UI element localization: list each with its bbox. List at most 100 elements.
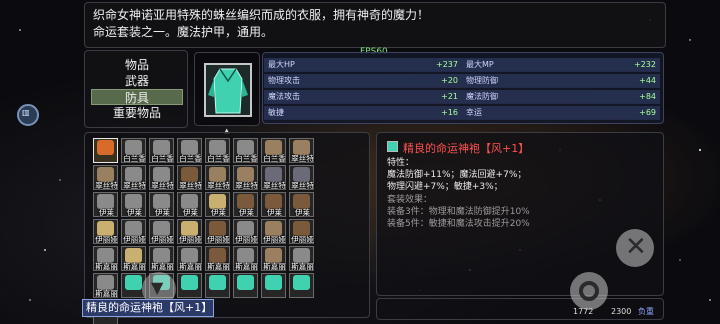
helmet-icon <box>293 140 310 155</box>
inventory-slot-label: 翠丝特 <box>207 181 230 190</box>
inventory-slot-label: 斯嘉丽 <box>123 262 146 271</box>
inventory-slot[interactable]: 翠丝特 <box>177 165 202 190</box>
inventory-slot-label: 翠丝特 <box>263 181 286 190</box>
inventory-slot[interactable]: 伊丽娅 <box>121 219 146 244</box>
inventory-slot[interactable]: 伊莱 <box>177 192 202 217</box>
close-button[interactable]: ✕ <box>616 229 654 267</box>
confirm-button[interactable] <box>570 272 608 310</box>
inventory-slot-label: 白兰香 <box>151 154 174 163</box>
inventory-slot[interactable]: 伊丽娅 <box>93 219 118 244</box>
inventory-slot[interactable]: 伊莱 <box>233 192 258 217</box>
inventory-slot[interactable] <box>205 273 230 298</box>
inventory-slot-label: 伊丽娅 <box>291 235 314 244</box>
stat-row: 魔法防御 +84 <box>462 90 660 104</box>
boots-icon <box>237 194 254 209</box>
inventory-slot[interactable] <box>233 273 258 298</box>
inventory-slot[interactable]: 伊莱 <box>289 192 314 217</box>
inventory-slot-label: 翠丝特 <box>235 181 258 190</box>
armor-icon <box>237 140 254 155</box>
inventory-slot[interactable]: 伊丽娅 <box>289 219 314 244</box>
inventory-slot[interactable]: 白兰香 <box>261 138 286 163</box>
item-title: 精良的命运神袍【风+1】 <box>403 142 530 155</box>
inventory-slot[interactable]: 伊丽娅 <box>233 219 258 244</box>
inventory-slot[interactable]: 翠丝特 <box>289 138 314 163</box>
robe-icon <box>125 275 142 290</box>
inventory-slot[interactable]: 翠丝特 <box>149 165 174 190</box>
inventory-slot[interactable]: 白兰香 <box>177 138 202 163</box>
inventory-slot[interactable]: 斯嘉丽 <box>261 246 286 271</box>
inventory-slot[interactable] <box>261 273 286 298</box>
close-icon: ✕ <box>625 232 647 262</box>
inventory-slot[interactable]: 翠丝特 <box>233 165 258 190</box>
armor-icon <box>153 140 170 155</box>
inventory-slot[interactable]: 翠丝特 <box>93 165 118 190</box>
inventory-slot[interactable]: 翠丝特 <box>121 165 146 190</box>
armor-icon <box>153 194 170 209</box>
robe-icon <box>209 275 226 290</box>
inventory-slot[interactable]: 伊莱 <box>205 192 230 217</box>
inventory-slot[interactable]: 斯嘉丽 <box>93 273 118 298</box>
inventory-slot[interactable]: 伊莱 <box>121 192 146 217</box>
inventory-slot[interactable]: 斯嘉丽 <box>93 246 118 271</box>
stat-name: 物理防御 <box>466 76 498 85</box>
description-line-2: 命运套装之一。魔法护甲，通用。 <box>93 25 274 39</box>
armor-icon <box>181 248 198 263</box>
inventory-slot-label: 白兰香 <box>263 154 286 163</box>
inventory-slot[interactable] <box>93 138 118 163</box>
helmet-icon <box>265 248 282 263</box>
inventory-slot[interactable]: 斯嘉丽 <box>205 246 230 271</box>
category-item-items[interactable]: 物品 <box>91 57 183 73</box>
stat-value: +16 <box>441 108 458 117</box>
inventory-slot[interactable]: 伊丽娅 <box>177 219 202 244</box>
inventory-slot[interactable]: 斯嘉丽 <box>149 246 174 271</box>
description-line-1: 织命女神诺亚用特殊的蛛丝编织而成的衣服，拥有神奇的魔力！ <box>93 8 430 22</box>
inventory-slot[interactable]: 伊丽娅 <box>149 219 174 244</box>
robe-icon <box>181 275 198 290</box>
category-item-key-items[interactable]: 重要物品 <box>91 105 183 121</box>
inventory-slot[interactable]: 斯嘉丽 <box>289 246 314 271</box>
armor-icon <box>293 248 310 263</box>
inventory-slot-label: 伊丽娅 <box>95 235 118 244</box>
selected-armor-icon <box>97 140 114 155</box>
inventory-slot[interactable] <box>177 273 202 298</box>
category-item-weapons[interactable]: 武器 <box>91 73 183 89</box>
stat-name: 最大HP <box>268 60 295 69</box>
inventory-slot[interactable]: 翠丝特 <box>289 165 314 190</box>
armor-icon <box>181 194 198 209</box>
category-item-armor[interactable]: 防具 <box>91 89 183 105</box>
circle-icon <box>579 281 599 301</box>
inventory-slot[interactable]: 斯嘉丽 <box>121 246 146 271</box>
stat-row: 幸运 +69 <box>462 106 660 120</box>
inventory-slot[interactable]: 白兰香 <box>233 138 258 163</box>
inventory-slot-label: 翠丝特 <box>151 181 174 190</box>
gloves-icon <box>293 167 310 182</box>
ring-icon <box>125 248 142 263</box>
inventory-slot[interactable]: 伊莱 <box>261 192 286 217</box>
inventory-slot-label: 伊莱 <box>267 208 282 217</box>
inventory-slot[interactable]: 白兰香 <box>205 138 230 163</box>
inventory-slot[interactable]: 白兰香 <box>121 138 146 163</box>
weight-label: 负重 <box>638 307 654 316</box>
robe-icon <box>265 275 282 290</box>
armor-icon <box>237 248 254 263</box>
inventory-slot-label: 斯嘉丽 <box>263 262 286 271</box>
inventory-slot[interactable]: 白兰香 <box>149 138 174 163</box>
inventory-slot-label: 斯嘉丽 <box>179 262 202 271</box>
inventory-slot[interactable]: 伊丽娅 <box>261 219 286 244</box>
inventory-slot[interactable]: 斯嘉丽 <box>233 246 258 271</box>
inventory-slot[interactable]: 斯嘉丽 <box>177 246 202 271</box>
armor-icon <box>97 194 114 209</box>
inventory-slot[interactable]: 翠丝特 <box>261 165 286 190</box>
inventory-slot[interactable]: 翠丝特 <box>205 165 230 190</box>
inventory-slot[interactable] <box>289 273 314 298</box>
inventory-slot[interactable]: 伊丽娅 <box>205 219 230 244</box>
inventory-slot-label: 斯嘉丽 <box>291 262 314 271</box>
inventory-slot-label: 伊丽娅 <box>235 235 258 244</box>
side-menu-button[interactable]: ▥ <box>17 104 39 126</box>
stat-row: 物理攻击 +20 <box>264 74 462 88</box>
inventory-slot[interactable]: 伊莱 <box>93 192 118 217</box>
inventory-slot-label: 伊丽娅 <box>263 235 286 244</box>
ring-icon <box>209 194 226 209</box>
armor-icon <box>125 194 142 209</box>
inventory-slot[interactable]: 伊莱 <box>149 192 174 217</box>
